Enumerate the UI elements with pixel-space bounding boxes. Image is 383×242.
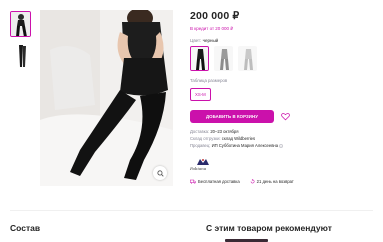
delivery-row: Доставка: 20–23 октября xyxy=(190,128,375,135)
section-divider xyxy=(10,210,373,211)
warehouse-row: Склад отгрузки: склад Wildberries xyxy=(190,135,375,142)
color-label-text: Цвет: xyxy=(190,38,202,43)
delivery-info: Доставка: 20–23 октября Склад отгрузки: … xyxy=(190,128,375,149)
return-badge: 21 день на возврат xyxy=(250,179,294,184)
seller-row: Продавец: ИП Субботина Мария Алексеевна xyxy=(190,142,375,149)
composition-title: Состав xyxy=(10,223,41,233)
product-photo-image xyxy=(40,10,173,186)
return-text: 21 день на возврат xyxy=(256,179,294,185)
brand-logo[interactable]: Fabiana xyxy=(190,158,218,172)
seller-value[interactable]: ИП Субботина Мария Алексеевна xyxy=(212,143,278,148)
thumbnail-1-image xyxy=(11,12,30,36)
recommend-title: С этим товаром рекомендуют xyxy=(206,223,332,233)
delivery-value: 20–23 октября xyxy=(210,129,239,134)
zoom-icon xyxy=(156,169,164,177)
main-product-photo[interactable] xyxy=(40,10,173,186)
delivery-truck-icon xyxy=(190,180,196,185)
color-label: Цвет: черный xyxy=(190,38,375,43)
product-price: 200 000 ₽ xyxy=(190,10,240,22)
credit-link[interactable]: В кредит от 20 000 ₽ xyxy=(190,26,375,32)
thumbnail-list xyxy=(10,11,31,73)
free-delivery-text: Бесплатная доставка xyxy=(198,179,240,185)
seller-label: Продавец: xyxy=(190,143,211,149)
thumbnail-2-image xyxy=(11,43,30,67)
size-table-link[interactable]: Таблица размеров xyxy=(190,78,375,83)
warehouse-value: склад Wildberries xyxy=(221,136,256,142)
thumbnail-2[interactable] xyxy=(10,42,31,68)
info-icon[interactable] xyxy=(279,144,284,149)
free-delivery-badge: Бесплатная доставка xyxy=(190,179,240,184)
brand-logo-name: Fabiana xyxy=(190,166,207,172)
thumbnail-1[interactable] xyxy=(10,11,31,37)
warehouse-label: Склад отгрузки: xyxy=(190,136,221,142)
product-info: 200 000 ₽ В кредит от 20 000 ₽ Цвет: чер… xyxy=(190,10,375,184)
color-swatch-black[interactable] xyxy=(190,46,209,71)
add-to-cart-button[interactable]: ДОБАВИТЬ В КОРЗИНУ xyxy=(190,110,274,123)
size-option[interactable]: XS-M xyxy=(190,88,211,101)
zoom-button[interactable] xyxy=(153,166,167,180)
color-value: черный xyxy=(202,38,219,43)
services-row: Бесплатная доставка 21 день на возврат xyxy=(190,179,375,184)
color-swatch-gray-image xyxy=(215,47,232,70)
return-arrow-icon xyxy=(250,179,255,184)
color-swatch-black-image xyxy=(191,47,208,70)
color-swatch-light-gray-image xyxy=(239,47,256,70)
brand-logo-mark xyxy=(197,159,209,166)
heart-icon[interactable] xyxy=(281,112,290,121)
cart-row: ДОБАВИТЬ В КОРЗИНУ xyxy=(190,110,375,123)
color-swatch-gray[interactable] xyxy=(214,46,233,71)
color-swatches xyxy=(190,46,375,71)
delivery-label: Доставка: xyxy=(190,129,210,134)
color-swatch-light-gray[interactable] xyxy=(238,46,257,71)
